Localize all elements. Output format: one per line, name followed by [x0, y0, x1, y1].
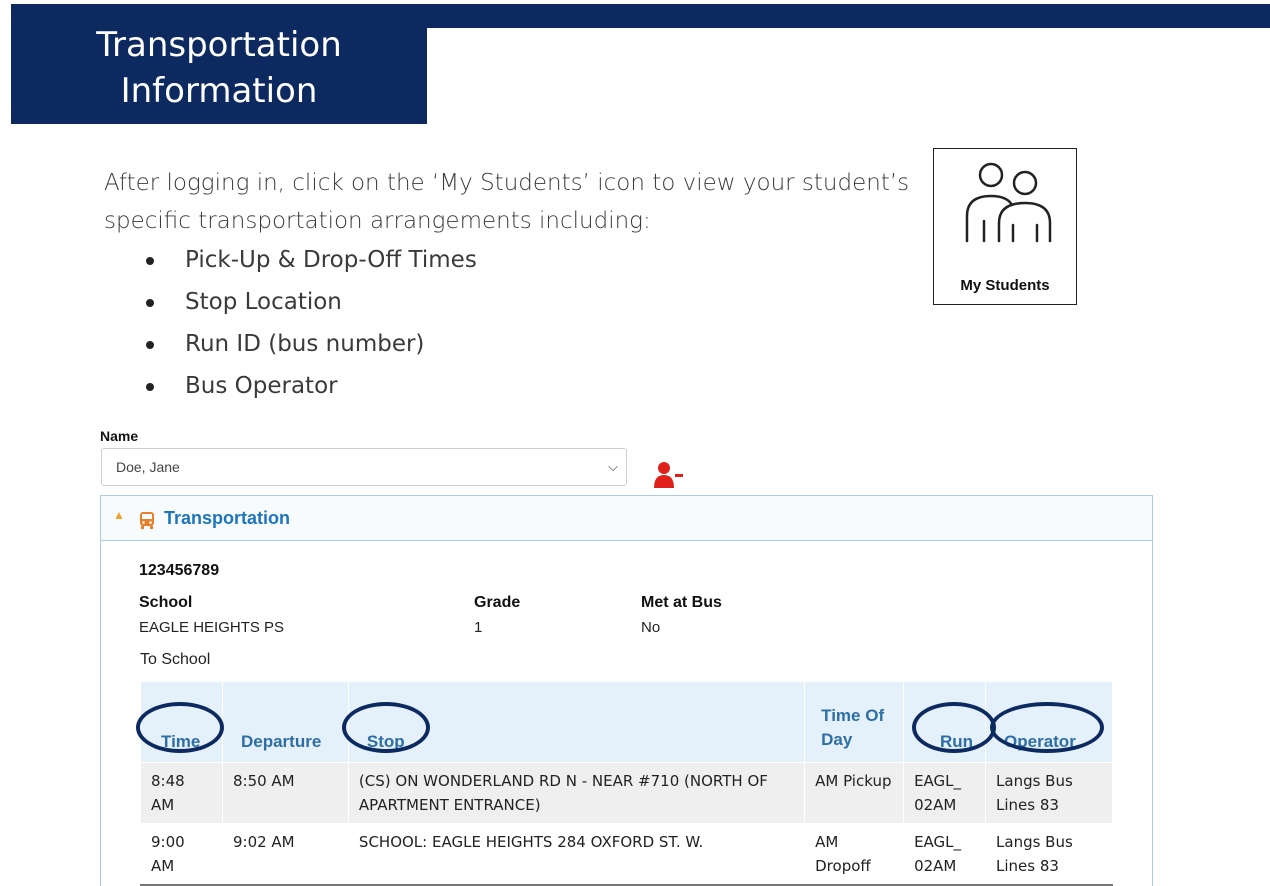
name-label: Name: [100, 428, 139, 444]
grade-label: Grade: [474, 594, 521, 611]
panel-header[interactable]: ▲ Transportation: [101, 496, 1152, 541]
list-item: Stop Location: [140, 281, 477, 323]
chevron-down-icon: ⌵: [608, 459, 618, 474]
column-header-time[interactable]: Time: [140, 681, 223, 763]
page-title: Transportation Information: [11, 22, 427, 114]
school-label: School: [139, 594, 193, 611]
cell-time: 9:00 AM: [140, 823, 223, 886]
panel-title: Transportation: [164, 508, 291, 528]
intro-line1: After logging in, click on the ‘My Stude…: [104, 170, 910, 196]
cell-operator: Langs Bus Lines 83: [985, 762, 1113, 824]
cell-time-of-day: AM Dropoff: [804, 823, 905, 886]
bus-icon: [140, 512, 154, 529]
cell-time: 8:48 AM: [140, 762, 223, 824]
page-title-line2: Information: [120, 71, 318, 111]
list-item: Run ID (bus number): [140, 323, 477, 365]
student-id: 123456789: [139, 562, 220, 579]
met-at-bus-value: No: [641, 619, 661, 636]
cell-departure: 9:02 AM: [221, 823, 349, 886]
two-people-icon: [965, 162, 1052, 243]
my-students-label: My Students: [960, 277, 1050, 294]
list-item: Bus Operator: [140, 365, 477, 407]
my-students-card: My Students: [933, 148, 1077, 305]
cell-stop: SCHOOL: EAGLE HEIGHTS 284 OXFORD ST. W.: [347, 823, 806, 886]
table-header-row: Time Departure Stop Time Of Day Run Oper…: [140, 681, 1113, 763]
column-header-run[interactable]: Run: [903, 681, 987, 763]
direction-label: To School: [140, 651, 211, 668]
column-header-stop[interactable]: Stop: [347, 681, 806, 763]
intro-text: After logging in, click on the ‘My Stude…: [104, 164, 924, 240]
remove-user-icon[interactable]: [654, 462, 684, 488]
cell-time-of-day: AM Pickup: [804, 762, 905, 824]
cell-departure: 8:50 AM: [221, 762, 349, 824]
cell-operator: Langs Bus Lines 83: [985, 823, 1113, 886]
title-banner: Transportation Information: [11, 4, 427, 124]
grade-value: 1: [474, 619, 483, 636]
column-header-departure[interactable]: Departure: [221, 681, 349, 763]
collapse-caret-icon[interactable]: ▲: [113, 508, 125, 522]
table-row: 8:48 AM 8:50 AM (CS) ON WONDERLAND RD N …: [140, 762, 1113, 824]
student-name-select[interactable]: Doe, Jane ⌵: [101, 448, 627, 486]
student-name-value: Doe, Jane: [116, 459, 180, 475]
list-item: Pick-Up & Drop-Off Times: [140, 239, 477, 281]
page-title-line1: Transportation: [96, 25, 342, 65]
stops-table: Time Departure Stop Time Of Day Run Oper…: [140, 681, 1113, 886]
school-value: EAGLE HEIGHTS PS: [139, 619, 285, 636]
met-at-bus-label: Met at Bus: [641, 594, 722, 611]
feature-list: Pick-Up & Drop-Off Times Stop Location R…: [140, 239, 477, 407]
column-header-operator[interactable]: Operator: [985, 681, 1113, 763]
cell-run: EAGL_ 02AM: [903, 762, 987, 824]
cell-run: EAGL_ 02AM: [903, 823, 987, 886]
column-header-time-of-day[interactable]: Time Of Day: [804, 681, 905, 763]
cell-stop: (CS) ON WONDERLAND RD N - NEAR #710 (NOR…: [347, 762, 806, 824]
table-row: 9:00 AM 9:02 AM SCHOOL: EAGLE HEIGHTS 28…: [140, 823, 1113, 886]
intro-line2: specific transportation arrangements inc…: [104, 208, 651, 234]
